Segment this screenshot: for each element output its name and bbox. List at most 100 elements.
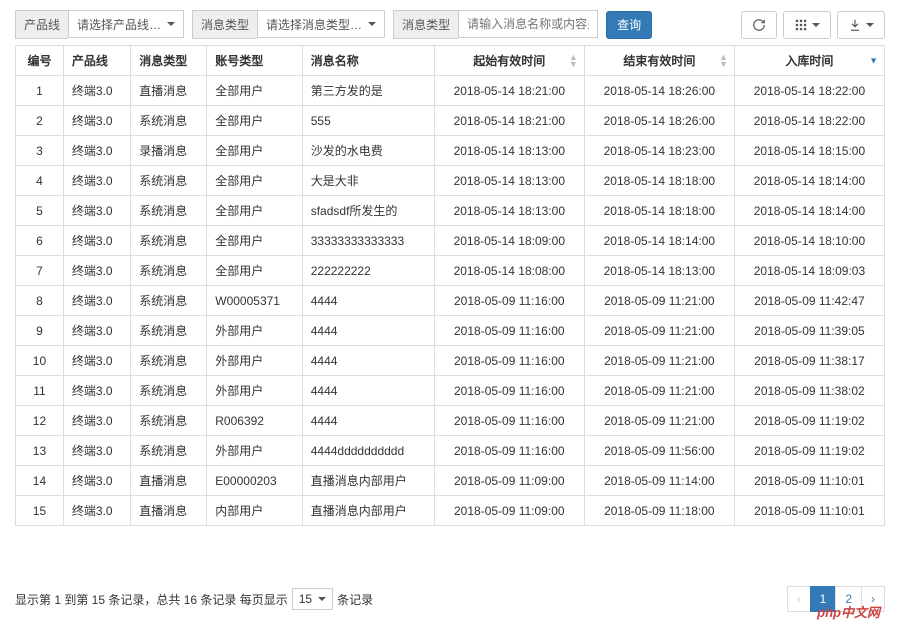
- cell-no: 10: [16, 346, 64, 376]
- watermark: php中文网: [817, 602, 880, 621]
- cell-msg-name: 沙发的水电费: [302, 136, 434, 166]
- col-no[interactable]: 编号: [16, 46, 64, 76]
- cell-msg-name: 4444: [302, 346, 434, 376]
- cell-store: 2018-05-09 11:42:47: [734, 286, 884, 316]
- cell-store: 2018-05-14 18:14:00: [734, 196, 884, 226]
- cell-msg-type: 系统消息: [131, 166, 207, 196]
- sort-icon: ▼: [869, 57, 878, 64]
- query-button[interactable]: 查询: [606, 11, 652, 39]
- table-footer: 显示第 1 到第 15 条记录，总共 16 条记录 每页显示 15 条记录 ‹ …: [15, 586, 885, 612]
- cell-account-type: 外部用户: [207, 346, 302, 376]
- cell-msg-name: 4444: [302, 316, 434, 346]
- cell-account-type: R006392: [207, 406, 302, 436]
- page-prev[interactable]: ‹: [787, 586, 811, 612]
- cell-start: 2018-05-14 18:13:00: [434, 136, 584, 166]
- cell-msg-type: 系统消息: [131, 406, 207, 436]
- col-store-time[interactable]: 入库时间▼: [734, 46, 884, 76]
- cell-product: 终端3.0: [63, 346, 130, 376]
- table-row[interactable]: 9终端3.0系统消息外部用户44442018-05-09 11:16:00201…: [16, 316, 885, 346]
- cell-start: 2018-05-09 11:16:00: [434, 346, 584, 376]
- type-filter[interactable]: 消息类型 请选择消息类型…: [192, 10, 385, 39]
- pagination-info: 显示第 1 到第 15 条记录，总共 16 条记录 每页显示 15 条记录: [15, 588, 373, 610]
- sort-icon: ▲▼: [719, 54, 728, 68]
- table-row[interactable]: 7终端3.0系统消息全部用户2222222222018-05-14 18:08:…: [16, 256, 885, 286]
- cell-msg-type: 系统消息: [131, 196, 207, 226]
- chevron-down-icon: [368, 22, 376, 26]
- cell-msg-name: 222222222: [302, 256, 434, 286]
- table-row[interactable]: 13终端3.0系统消息外部用户4444dddddddddd2018-05-09 …: [16, 436, 885, 466]
- col-start-time[interactable]: 起始有效时间▲▼: [434, 46, 584, 76]
- col-msg-type[interactable]: 消息类型: [131, 46, 207, 76]
- cell-end: 2018-05-09 11:21:00: [584, 286, 734, 316]
- cell-end: 2018-05-14 18:13:00: [584, 256, 734, 286]
- col-account-type[interactable]: 账号类型: [207, 46, 302, 76]
- cell-start: 2018-05-14 18:08:00: [434, 256, 584, 286]
- table-row[interactable]: 11终端3.0系统消息外部用户44442018-05-09 11:16:0020…: [16, 376, 885, 406]
- table-row[interactable]: 6终端3.0系统消息全部用户333333333333332018-05-14 1…: [16, 226, 885, 256]
- cell-product: 终端3.0: [63, 466, 130, 496]
- table-row[interactable]: 2终端3.0系统消息全部用户5552018-05-14 18:21:002018…: [16, 106, 885, 136]
- page-size-select[interactable]: 15: [292, 588, 333, 610]
- keyword-filter[interactable]: 消息类型: [393, 10, 598, 39]
- cell-store: 2018-05-09 11:19:02: [734, 436, 884, 466]
- cell-msg-name: 4444: [302, 406, 434, 436]
- cell-product: 终端3.0: [63, 286, 130, 316]
- cell-product: 终端3.0: [63, 136, 130, 166]
- product-filter[interactable]: 产品线 请选择产品线…: [15, 10, 184, 39]
- product-select[interactable]: 请选择产品线…: [68, 10, 184, 38]
- cell-store: 2018-05-09 11:19:02: [734, 406, 884, 436]
- cell-msg-type: 系统消息: [131, 256, 207, 286]
- cell-start: 2018-05-14 18:21:00: [434, 106, 584, 136]
- table-row[interactable]: 12终端3.0系统消息R00639244442018-05-09 11:16:0…: [16, 406, 885, 436]
- table-row[interactable]: 3终端3.0录播消息全部用户沙发的水电费2018-05-14 18:13:002…: [16, 136, 885, 166]
- cell-product: 终端3.0: [63, 436, 130, 466]
- col-msg-name[interactable]: 消息名称: [302, 46, 434, 76]
- cell-end: 2018-05-09 11:21:00: [584, 406, 734, 436]
- cell-no: 5: [16, 196, 64, 226]
- table-row[interactable]: 10终端3.0系统消息外部用户44442018-05-09 11:16:0020…: [16, 346, 885, 376]
- cell-msg-type: 系统消息: [131, 106, 207, 136]
- cell-start: 2018-05-09 11:09:00: [434, 466, 584, 496]
- table-row[interactable]: 8终端3.0系统消息W0000537144442018-05-09 11:16:…: [16, 286, 885, 316]
- table-row[interactable]: 15终端3.0直播消息内部用户直播消息内部用户2018-05-09 11:09:…: [16, 496, 885, 526]
- columns-button[interactable]: [783, 11, 831, 39]
- cell-start: 2018-05-14 18:13:00: [434, 196, 584, 226]
- cell-account-type: 全部用户: [207, 166, 302, 196]
- col-product[interactable]: 产品线: [63, 46, 130, 76]
- col-end-time[interactable]: 结束有效时间▲▼: [584, 46, 734, 76]
- cell-start: 2018-05-09 11:16:00: [434, 436, 584, 466]
- table-row[interactable]: 14终端3.0直播消息E00000203直播消息内部用户2018-05-09 1…: [16, 466, 885, 496]
- data-table: 编号 产品线 消息类型 账号类型 消息名称 起始有效时间▲▼ 结束有效时间▲▼ …: [15, 45, 885, 526]
- cell-end: 2018-05-09 11:21:00: [584, 316, 734, 346]
- cell-account-type: 内部用户: [207, 496, 302, 526]
- cell-msg-type: 系统消息: [131, 376, 207, 406]
- cell-msg-type: 系统消息: [131, 286, 207, 316]
- cell-product: 终端3.0: [63, 256, 130, 286]
- cell-msg-type: 系统消息: [131, 436, 207, 466]
- cell-msg-type: 直播消息: [131, 466, 207, 496]
- cell-end: 2018-05-14 18:18:00: [584, 166, 734, 196]
- chevron-down-icon: [318, 597, 326, 601]
- filter-toolbar: 产品线 请选择产品线… 消息类型 请选择消息类型… 消息类型 查询: [15, 10, 885, 39]
- table-row[interactable]: 1终端3.0直播消息全部用户第三方发的是2018-05-14 18:21:002…: [16, 76, 885, 106]
- cell-start: 2018-05-14 18:13:00: [434, 166, 584, 196]
- cell-account-type: 外部用户: [207, 436, 302, 466]
- cell-account-type: 全部用户: [207, 106, 302, 136]
- refresh-button[interactable]: [741, 11, 777, 39]
- cell-no: 9: [16, 316, 64, 346]
- cell-product: 终端3.0: [63, 106, 130, 136]
- refresh-icon: [752, 18, 766, 32]
- table-row[interactable]: 5终端3.0系统消息全部用户sfadsdf所发生的2018-05-14 18:1…: [16, 196, 885, 226]
- type-select[interactable]: 请选择消息类型…: [257, 10, 385, 38]
- table-row[interactable]: 4终端3.0系统消息全部用户大是大非2018-05-14 18:13:00201…: [16, 166, 885, 196]
- cell-store: 2018-05-14 18:22:00: [734, 76, 884, 106]
- cell-product: 终端3.0: [63, 406, 130, 436]
- sort-icon: ▲▼: [569, 54, 578, 68]
- cell-msg-type: 系统消息: [131, 346, 207, 376]
- keyword-input[interactable]: [458, 10, 598, 38]
- export-button[interactable]: [837, 11, 885, 39]
- cell-no: 3: [16, 136, 64, 166]
- cell-end: 2018-05-09 11:14:00: [584, 466, 734, 496]
- cell-product: 终端3.0: [63, 316, 130, 346]
- cell-no: 1: [16, 76, 64, 106]
